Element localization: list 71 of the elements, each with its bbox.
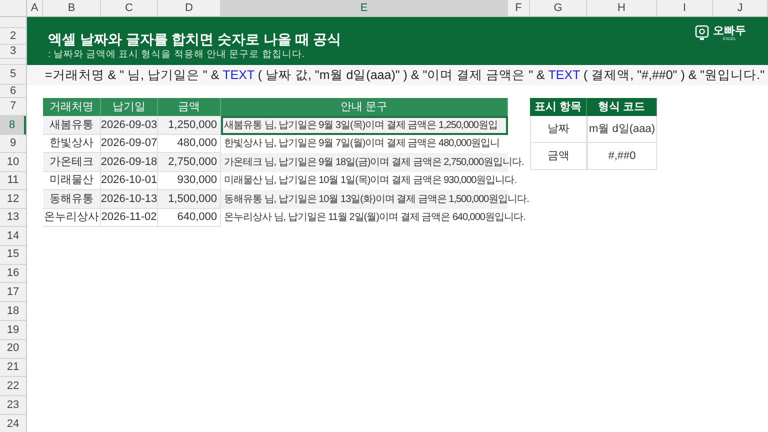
row-header[interactable]: 22 bbox=[0, 377, 26, 396]
banner-title: 엑셀 날짜와 글자를 합치면 숫자로 나올 때 공식 bbox=[48, 30, 342, 48]
row-header[interactable]: 20 bbox=[0, 340, 26, 359]
row-header[interactable]: 9 bbox=[0, 134, 26, 153]
column-header[interactable]: H bbox=[587, 0, 657, 16]
table-header-cell: 납기일 bbox=[101, 98, 158, 116]
table-cell: m월 d일(aaa) bbox=[587, 116, 657, 143]
guide-text: 가온테크 님, 납기일은 9월 18일(금)이며 결제 금액은 2,750,000원입니다. bbox=[224, 156, 524, 170]
guide-text: 온누리상사 님, 납기일은 11월 2일(월)이며 결제 금액은 640,000원입니다. bbox=[224, 211, 526, 226]
column-header[interactable]: D bbox=[158, 0, 221, 16]
table-cell: 1,250,000 bbox=[158, 116, 221, 134]
guide-text: 동해유통 님, 납기일은 10월 13일(화)이며 결제 금액은 1,500,000원입니다. bbox=[224, 192, 529, 207]
row-header[interactable]: 8 bbox=[0, 116, 26, 134]
banner-subtitle: : 날짜와 금액에 표시 형식을 적용해 안내 문구로 합칩니다. bbox=[48, 48, 306, 62]
row-header[interactable]: 11 bbox=[0, 172, 26, 190]
row-header[interactable]: 23 bbox=[0, 396, 26, 415]
guide-text: 한빛상사 님, 납기일은 9월 7일(월)이며 결제 금액은 480,000원입니 bbox=[224, 137, 500, 152]
column-header[interactable]: J bbox=[713, 0, 768, 16]
table-cell: 금액 bbox=[530, 143, 587, 170]
table-cell: 640,000 bbox=[158, 208, 221, 227]
table-header-cell: 거래처명 bbox=[43, 98, 101, 116]
row-header[interactable]: 21 bbox=[0, 358, 26, 378]
column-header[interactable]: G bbox=[530, 0, 587, 16]
guide-text: 미래물산 님, 납기일은 10월 1일(목)이며 결제 금액은 930,000원입니다. bbox=[224, 174, 516, 188]
table-cell: 480,000 bbox=[158, 134, 221, 153]
table-cell: 2,750,000 bbox=[158, 153, 221, 172]
table-cell: 한빛상사 bbox=[43, 134, 101, 153]
row-header[interactable]: 24 bbox=[0, 414, 26, 432]
logo-icon bbox=[695, 25, 709, 41]
row-header[interactable]: 18 bbox=[0, 302, 26, 321]
table-cell: 2026-09-07 bbox=[101, 134, 158, 153]
column-header[interactable]: B bbox=[43, 0, 101, 16]
table-cell: 날짜 bbox=[530, 116, 587, 143]
column-header[interactable]: I bbox=[657, 0, 713, 16]
table-header-cell: 표시 항목 bbox=[530, 98, 587, 116]
formula-text: =거래처명 & " 님, 납기일은 " & TEXT ( 날짜 값, "m월 d일(aaa)" ) & "이며 결제 금액은 " & TEXT ( 결제액, "#,##0" ) & "원입니다." bbox=[45, 66, 765, 84]
table-cell: #,##0 bbox=[587, 143, 657, 170]
column-header[interactable]: F bbox=[508, 0, 530, 16]
column-header[interactable]: A bbox=[27, 0, 43, 16]
row-header[interactable]: 16 bbox=[0, 264, 26, 284]
row-header[interactable]: 12 bbox=[0, 190, 26, 208]
table-header-cell: 금액 bbox=[158, 98, 221, 116]
row-header[interactable]: 15 bbox=[0, 246, 26, 265]
row-header[interactable]: 13 bbox=[0, 208, 26, 227]
table-cell: 930,000 bbox=[158, 172, 221, 190]
row-header[interactable]: 5 bbox=[0, 65, 26, 85]
row-header[interactable]: 14 bbox=[0, 227, 26, 246]
row-header[interactable]: 19 bbox=[0, 320, 26, 340]
column-header[interactable]: C bbox=[101, 0, 158, 16]
table-cell: 동해유통 bbox=[43, 190, 101, 208]
table-cell: 2026-10-13 bbox=[101, 190, 158, 208]
table-cell: 새봄유통 bbox=[43, 116, 101, 134]
select-all-corner[interactable] bbox=[0, 0, 27, 16]
table-cell: 온누리상사 bbox=[43, 208, 101, 227]
table-header-cell: 안내 문구 bbox=[221, 98, 508, 116]
row-header[interactable]: 10 bbox=[0, 153, 26, 172]
table-cell: 미래물산 bbox=[43, 172, 101, 190]
column-header[interactable]: E bbox=[221, 0, 508, 16]
table-header-cell: 형식 코드 bbox=[587, 98, 657, 116]
row-header[interactable]: 17 bbox=[0, 283, 26, 302]
table-cell: 2026-11-02 bbox=[101, 208, 158, 227]
logo-text: 오빠두 bbox=[713, 26, 746, 36]
row-header[interactable]: 6 bbox=[0, 85, 26, 98]
table-cell: 가온테크 bbox=[43, 153, 101, 172]
row-header[interactable]: 2 bbox=[0, 28, 26, 45]
table-cell: 2026-09-03 bbox=[101, 116, 158, 134]
row-header[interactable]: 3 bbox=[0, 45, 26, 59]
table-cell: 1,500,000 bbox=[158, 190, 221, 208]
guide-text: 새봄유통 님, 납기일은 9월 3일(목)이며 결제 금액은 1,250,000원입 bbox=[224, 118, 498, 133]
table-cell: 2026-10-01 bbox=[101, 172, 158, 190]
table-cell: 2026-09-18 bbox=[101, 153, 158, 172]
